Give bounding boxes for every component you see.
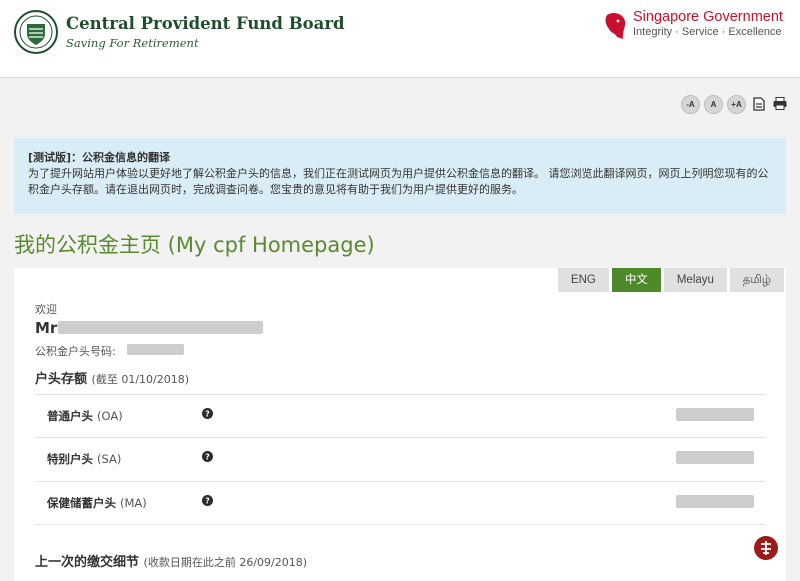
tab-chinese[interactable]: 中文 [611, 268, 661, 292]
lion-head-icon[interactable] [603, 11, 627, 41]
contribution-note: (收款日期在此之前 26/09/2018) [143, 556, 308, 569]
question-circle-icon[interactable]: ? [202, 495, 213, 506]
accessibility-toolbar: -A A +A [681, 95, 788, 114]
member-salutation: Mr [35, 319, 58, 337]
balance-redacted [676, 451, 754, 464]
contribution-heading: 上一次的缴交细节 (收款日期在此之前 26/09/2018) [35, 551, 307, 570]
normal-font-button[interactable]: A [704, 95, 723, 114]
tab-malay[interactable]: Melayu [663, 268, 727, 292]
newspaper-watermark-icon [754, 536, 778, 560]
gov-motto: Integrity · Service · Excellence [633, 26, 782, 38]
cpf-crest-icon[interactable] [14, 10, 58, 54]
balance-redacted [676, 495, 754, 508]
svg-text:?: ? [205, 453, 210, 462]
gov-name-part1: Singapore [633, 9, 700, 25]
tab-english[interactable]: ENG [557, 268, 609, 292]
member-name-redacted [58, 321, 263, 334]
tab-tamil[interactable]: தமிழ் [729, 268, 784, 292]
balance-redacted [676, 408, 754, 421]
svg-text:?: ? [205, 497, 210, 506]
gov-name-part2: Government [703, 9, 783, 25]
gov-name: Singapore Government [633, 9, 783, 25]
account-code: (SA) [97, 452, 122, 466]
balance-heading: 户头存额 (截至 01/10/2018) [35, 368, 189, 387]
divider [35, 524, 766, 525]
decrease-font-button[interactable]: -A [681, 95, 700, 114]
document-button[interactable] [750, 95, 767, 112]
balance-as-of: (截至 01/10/2018) [91, 373, 190, 386]
welcome-label: 欢迎 [35, 303, 57, 316]
language-tabs: ENG 中文 Melayu தமிழ் [557, 268, 784, 292]
translation-notice: [测试版]：公积金信息的翻译 为了提升网站用户体验以更好地了解公积金户头的信息，… [14, 138, 786, 214]
org-tagline: Saving For Retirement [66, 36, 199, 50]
print-button[interactable] [771, 95, 788, 112]
org-name: Central Provident Fund Board [66, 14, 345, 33]
account-name-text: 普通户头 [47, 409, 93, 423]
account-name: 保健储蓄户头 (MA) [47, 495, 147, 511]
question-circle-icon[interactable]: ? [202, 451, 213, 462]
account-row-oa: 普通户头 (OA) ? [35, 394, 766, 438]
account-row-sa: 特别户头 (SA) ? [35, 437, 766, 481]
account-name: 普通户头 (OA) [47, 408, 123, 424]
account-name-text: 保健储蓄户头 [47, 496, 116, 510]
question-circle-icon[interactable]: ? [202, 408, 213, 419]
account-name-text: 特别户头 [47, 452, 93, 466]
account-name: 特别户头 (SA) [47, 451, 121, 467]
contribution-heading-text: 上一次的缴交细节 [35, 555, 140, 570]
account-number-redacted [127, 344, 184, 355]
document-icon [752, 96, 765, 111]
notice-body: 为了提升网站用户体验以更好地了解公积金户头的信息，我们正在测试网页为用户提供公积… [28, 167, 769, 196]
print-icon [773, 97, 786, 110]
page-title: 我的公积金主页 (My cpf Homepage) [14, 233, 375, 257]
account-code: (MA) [120, 496, 147, 510]
account-code: (OA) [97, 409, 123, 423]
account-row-ma: 保健储蓄户头 (MA) ? [35, 481, 766, 525]
svg-text:?: ? [205, 410, 210, 419]
homepage-card: ENG 中文 Melayu தமிழ் 欢迎 Mr 公积金户头号码: 户头存额 … [14, 268, 786, 581]
increase-font-button[interactable]: +A [727, 95, 746, 114]
site-header: Central Provident Fund Board Saving For … [0, 0, 800, 78]
account-number-label: 公积金户头号码: [35, 345, 116, 358]
notice-title: [测试版]：公积金信息的翻译 [28, 151, 171, 164]
balance-heading-text: 户头存额 [35, 372, 88, 387]
